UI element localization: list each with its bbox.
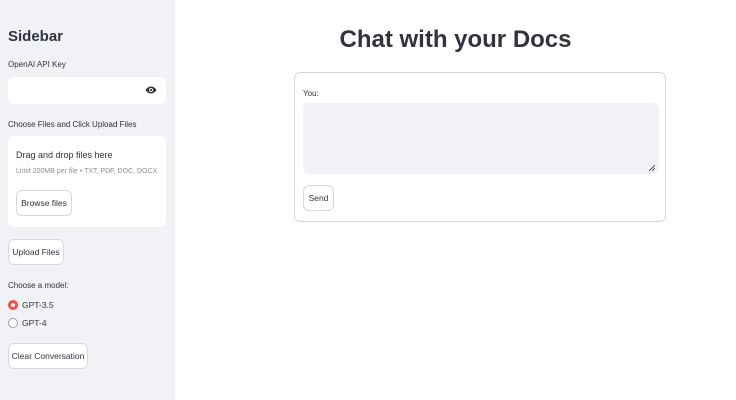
send-button[interactable]: Send [303, 185, 334, 211]
radio-unselected-icon[interactable] [8, 318, 18, 328]
model-label: Choose a model: [8, 281, 69, 290]
eye-icon[interactable] [145, 84, 157, 96]
dropzone-title: Drag and drop files here [16, 150, 113, 160]
radio-selected-icon[interactable] [8, 300, 18, 310]
dropzone-limit: Limit 200MB per file • TXT, PDF, DOC, DO… [16, 168, 158, 175]
page-title: Chat with your Docs [339, 26, 572, 53]
api-key-input[interactable] [8, 77, 166, 104]
upload-files-label: Choose Files and Click Upload Files [8, 120, 137, 129]
upload-files-button[interactable]: Upload Files [8, 239, 64, 265]
sidebar-title: Sidebar [8, 28, 64, 45]
chat-input-textarea[interactable] [303, 103, 659, 174]
radio-label: GPT-3.5 [22, 300, 54, 310]
api-key-label: OpenAI API Key [8, 60, 66, 69]
browse-files-button[interactable]: Browse files [16, 190, 72, 216]
file-dropzone[interactable]: Drag and drop files here Limit 200MB per… [8, 136, 166, 227]
sidebar: Sidebar OpenAI API Key Choose Files and … [0, 0, 175, 400]
chat-input-label: You: [303, 89, 319, 98]
radio-gpt-4[interactable]: GPT-4 [8, 318, 47, 328]
chat-form: You: Send [294, 72, 666, 222]
radio-label: GPT-4 [22, 318, 47, 328]
clear-conversation-button[interactable]: Clear Conversation [8, 343, 88, 369]
radio-gpt-3-5[interactable]: GPT-3.5 [8, 300, 54, 310]
resize-handle-icon[interactable] [649, 165, 655, 171]
